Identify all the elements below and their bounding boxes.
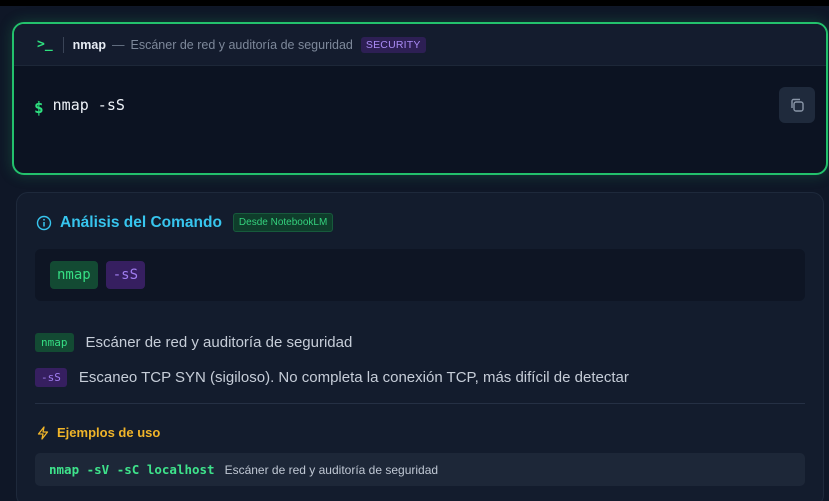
command-analysis-panel: Análisis del Comando Desde NotebookLM nm… — [16, 192, 824, 501]
analysis-header: Análisis del Comando Desde NotebookLM — [36, 213, 334, 232]
top-edge-bar — [0, 0, 829, 6]
copy-icon — [791, 98, 804, 112]
example-description: Escáner de red y auditoría de seguridad — [224, 462, 439, 477]
tool-description: Escáner de red y auditoría de seguridad — [130, 37, 353, 52]
analysis-title: Análisis del Comando — [60, 213, 222, 231]
token-sS[interactable]: -sS — [105, 261, 146, 289]
command-tokens: nmap -sS — [35, 249, 805, 301]
command-line: $ nmap -sS — [14, 66, 826, 118]
explanation-text: Escáner de red y auditoría de seguridad — [85, 333, 353, 351]
explanation-text: Escaneo TCP SYN (sigiloso). No completa … — [78, 368, 629, 386]
example-command[interactable]: nmap -sV -sC localhost — [49, 462, 215, 477]
info-icon — [36, 215, 52, 230]
category-badge: SECURITY — [360, 36, 426, 53]
token-explanations: nmap Escáner de red y auditoría de segur… — [35, 331, 629, 401]
copy-button[interactable] — [779, 87, 815, 123]
explanation-row: nmap Escáner de red y auditoría de segur… — [35, 331, 629, 353]
terminal-prompt-icon: >_ — [37, 37, 53, 52]
token-nmap[interactable]: nmap — [50, 261, 98, 289]
tool-name: nmap — [72, 37, 106, 52]
command-text[interactable]: nmap -sS — [53, 96, 125, 114]
examples-header: Ejemplos de uso — [36, 425, 160, 440]
explanation-row: -sS Escaneo TCP SYN (sigiloso). No compl… — [35, 366, 629, 388]
examples-title: Ejemplos de uso — [57, 425, 161, 440]
source-badge: Desde NotebookLM — [232, 213, 334, 232]
explanation-tag: nmap — [35, 332, 74, 352]
example-item[interactable]: nmap -sV -sC localhost Escáner de red y … — [35, 453, 805, 486]
terminal-header: >_ nmap — Escáner de red y auditoría de … — [14, 24, 826, 66]
dollar-prompt: $ — [34, 98, 44, 117]
title-dash: — — [112, 37, 125, 52]
header-divider — [62, 36, 64, 53]
command-terminal-card: >_ nmap — Escáner de red y auditoría de … — [12, 22, 828, 175]
section-divider — [35, 403, 805, 404]
explanation-tag: -sS — [35, 367, 67, 387]
lightning-icon — [37, 425, 49, 440]
